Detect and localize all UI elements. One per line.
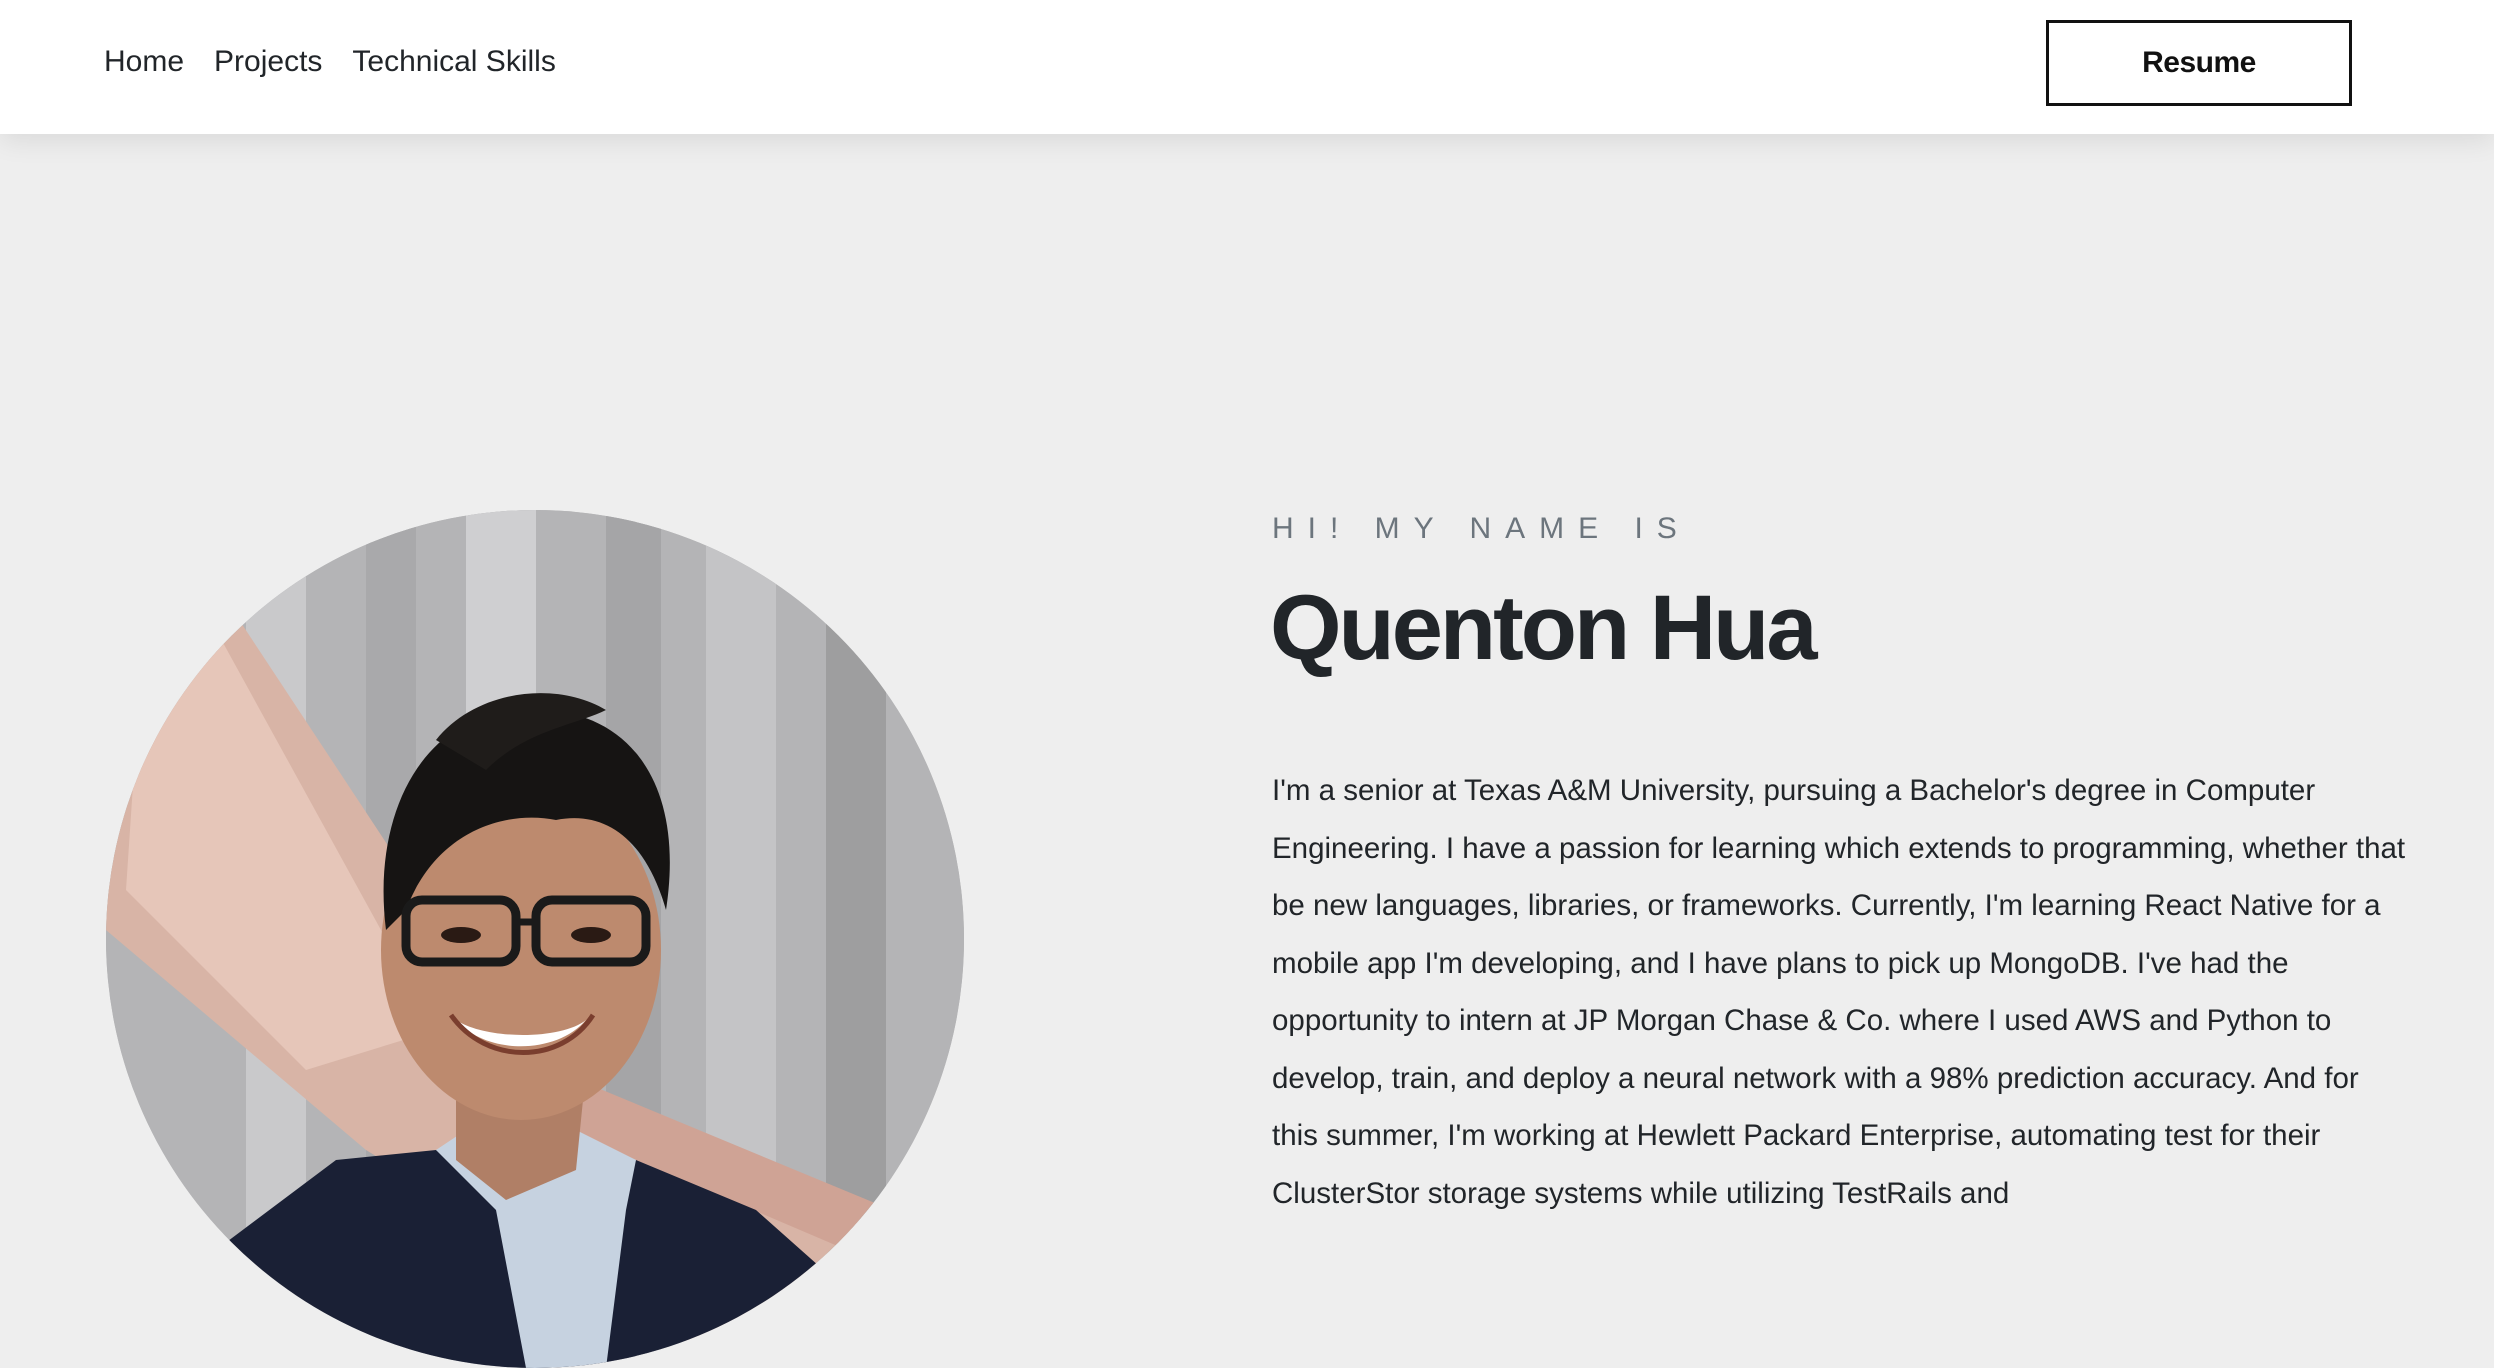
greeting-eyebrow: HI! MY NAME IS	[1272, 512, 1691, 545]
profile-photo-image	[106, 510, 964, 1368]
nav-link-home[interactable]: Home	[104, 45, 184, 79]
hero-name: Quenton Hua	[1270, 577, 1818, 679]
nav-link-technical-skills[interactable]: Technical Skills	[352, 45, 555, 79]
nav-link-projects[interactable]: Projects	[214, 45, 322, 79]
nav-links: Home Projects Technical Skills	[104, 0, 556, 124]
resume-button[interactable]: Resume	[2046, 20, 2352, 106]
bio-paragraph: I'm a senior at Texas A&M University, pu…	[1272, 774, 2406, 1210]
profile-photo	[106, 510, 964, 1368]
navbar: Home Projects Technical Skills Resume	[0, 0, 2494, 134]
